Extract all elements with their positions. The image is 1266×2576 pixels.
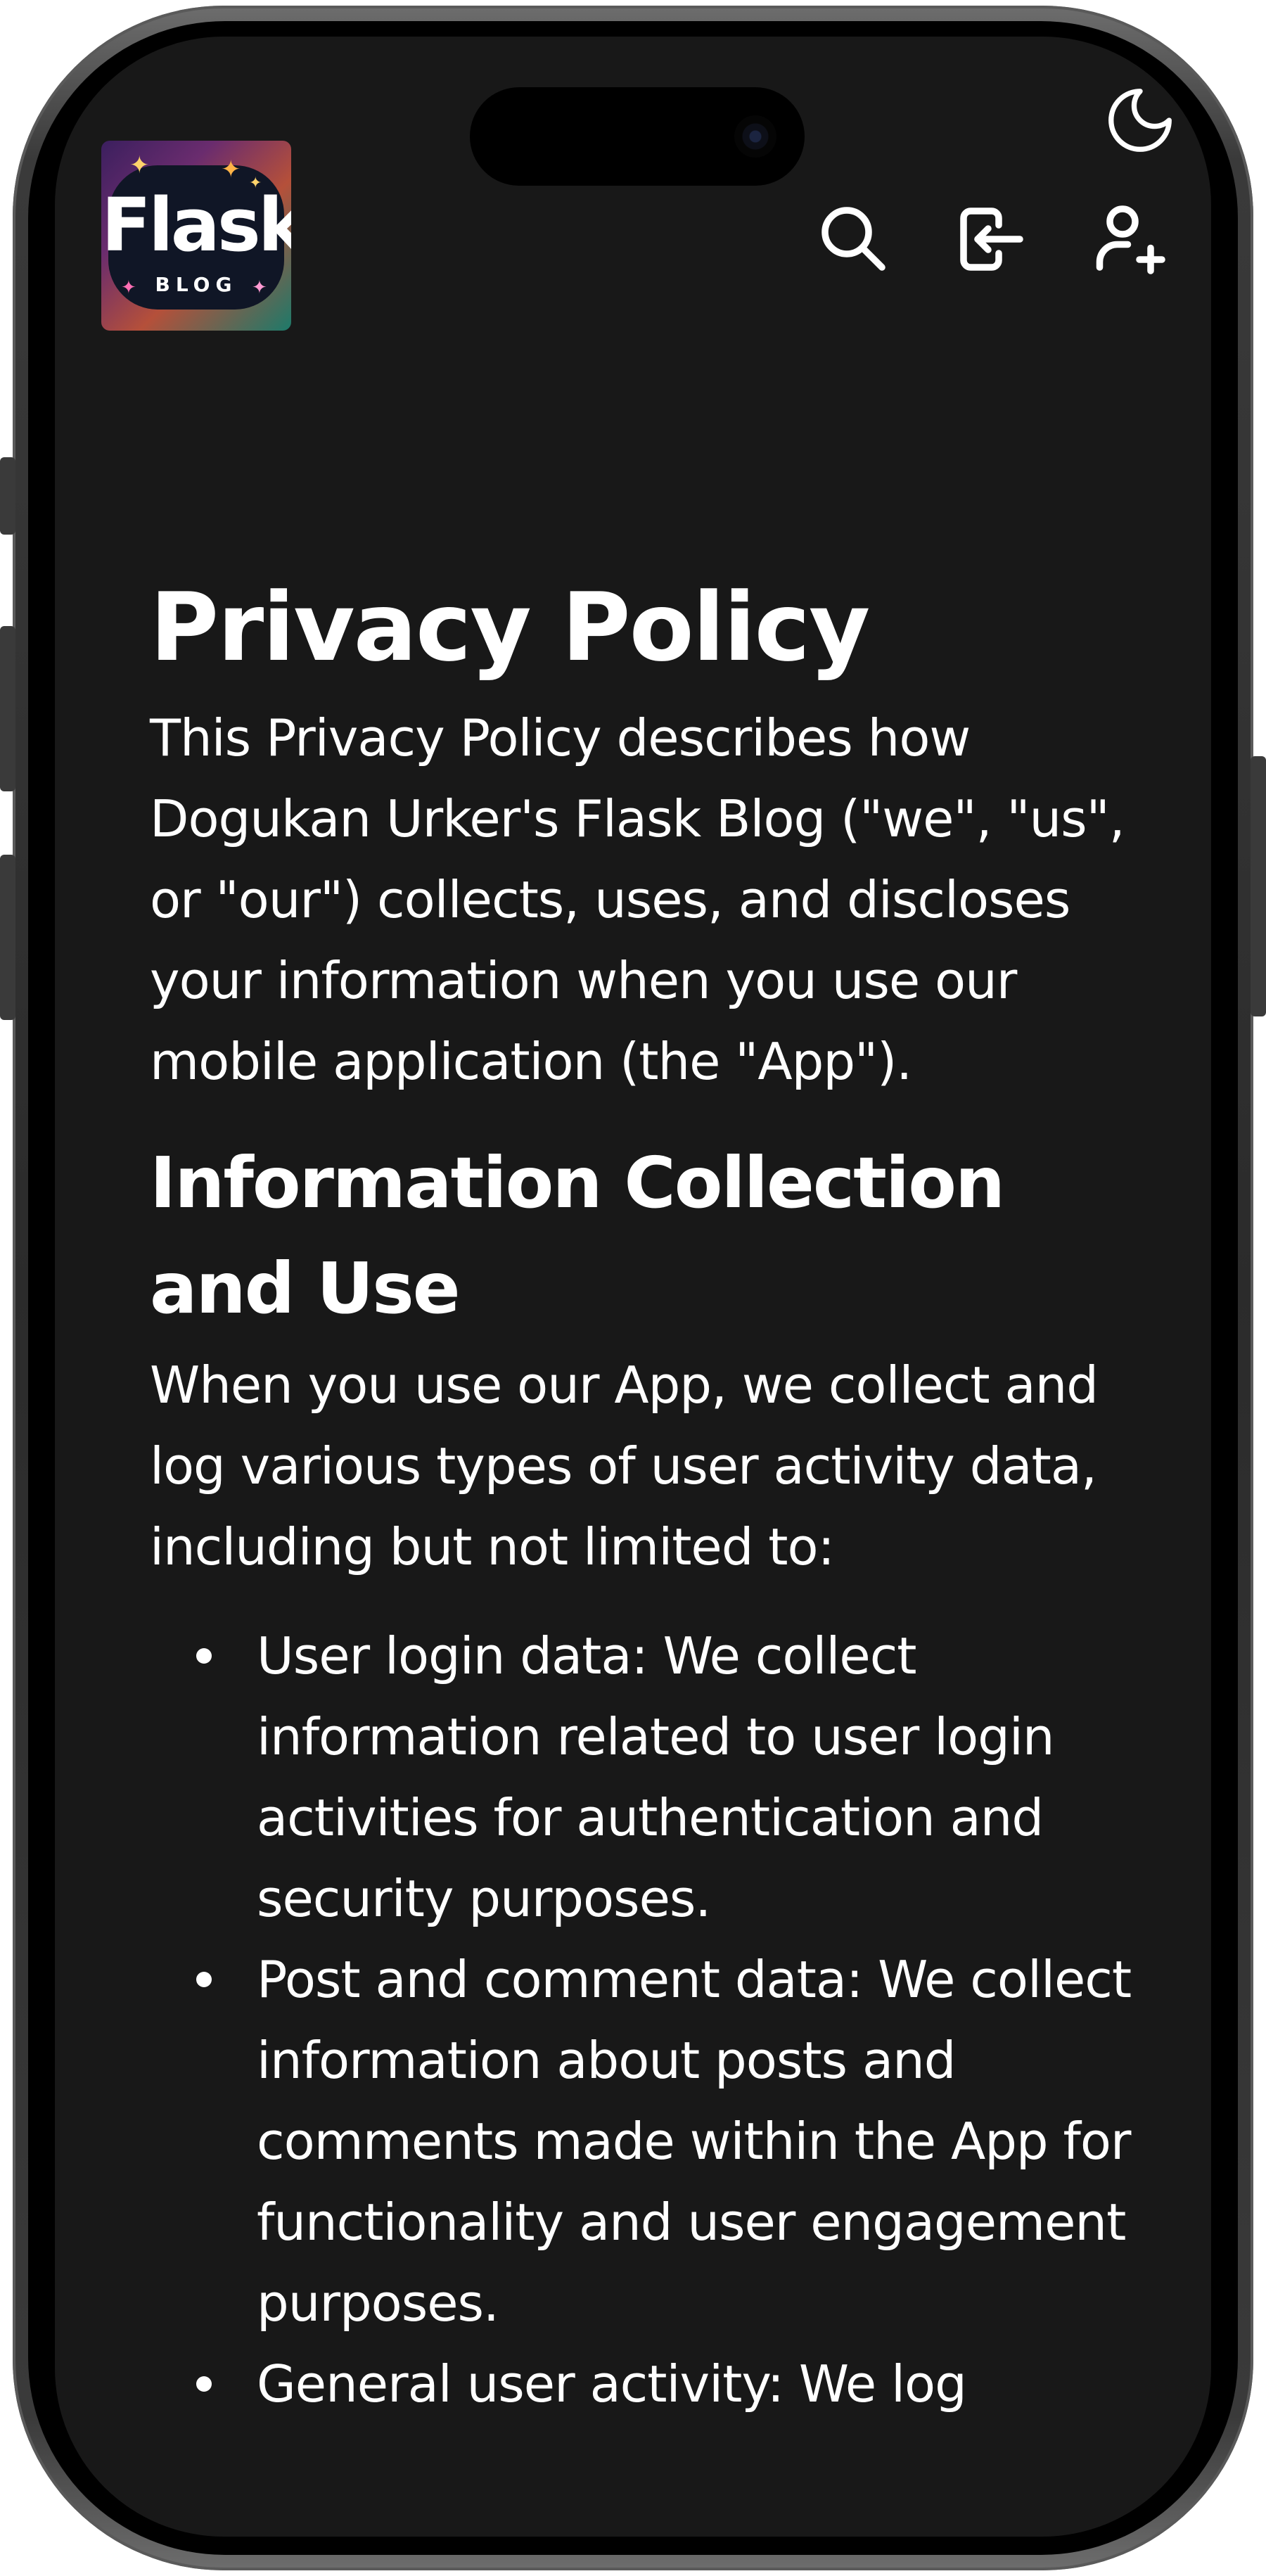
user-plus-icon (1096, 205, 1165, 274)
section-heading: Information Collection and Use (150, 1142, 1005, 1330)
search-button[interactable] (812, 197, 896, 281)
sparkle-icon: ✦ (221, 155, 241, 184)
volume-down-button (0, 855, 15, 1020)
app-screen: ✦ ✦ ✦ ✦ ✦ Flask BLOG Privacy Policy This… (55, 37, 1211, 2537)
power-button (1251, 756, 1266, 1016)
page-content: Privacy Policy This Privacy Policy descr… (150, 557, 1134, 2425)
theme-toggle-button[interactable] (1101, 82, 1179, 159)
camera-icon (734, 115, 776, 158)
list-item: General user activity: We log (196, 2344, 1134, 2425)
sparkle-icon: ✦ (129, 151, 150, 179)
data-collection-list: User login data: We collect information … (150, 1616, 1134, 2425)
signup-button[interactable] (1087, 197, 1172, 281)
action-button (0, 457, 15, 535)
list-item: Post and comment data: We collect inform… (196, 1939, 1134, 2344)
list-item: User login data: We collect information … (196, 1616, 1134, 1939)
page-title: Privacy Policy (150, 573, 870, 682)
intro-paragraph: This Privacy Policy describes how Doguka… (150, 708, 1125, 1091)
dynamic-island (470, 87, 805, 186)
logo-title: Flask (101, 182, 291, 268)
site-logo[interactable]: ✦ ✦ ✦ ✦ ✦ Flask BLOG (101, 141, 291, 331)
logo-subtitle: BLOG (155, 273, 238, 296)
search-icon (821, 207, 885, 271)
login-icon (960, 208, 1023, 271)
moon-icon (1108, 89, 1172, 152)
section-paragraph: When you use our App, we collect and log… (150, 1356, 1099, 1576)
login-button[interactable] (950, 197, 1034, 281)
volume-up-button (0, 626, 15, 791)
